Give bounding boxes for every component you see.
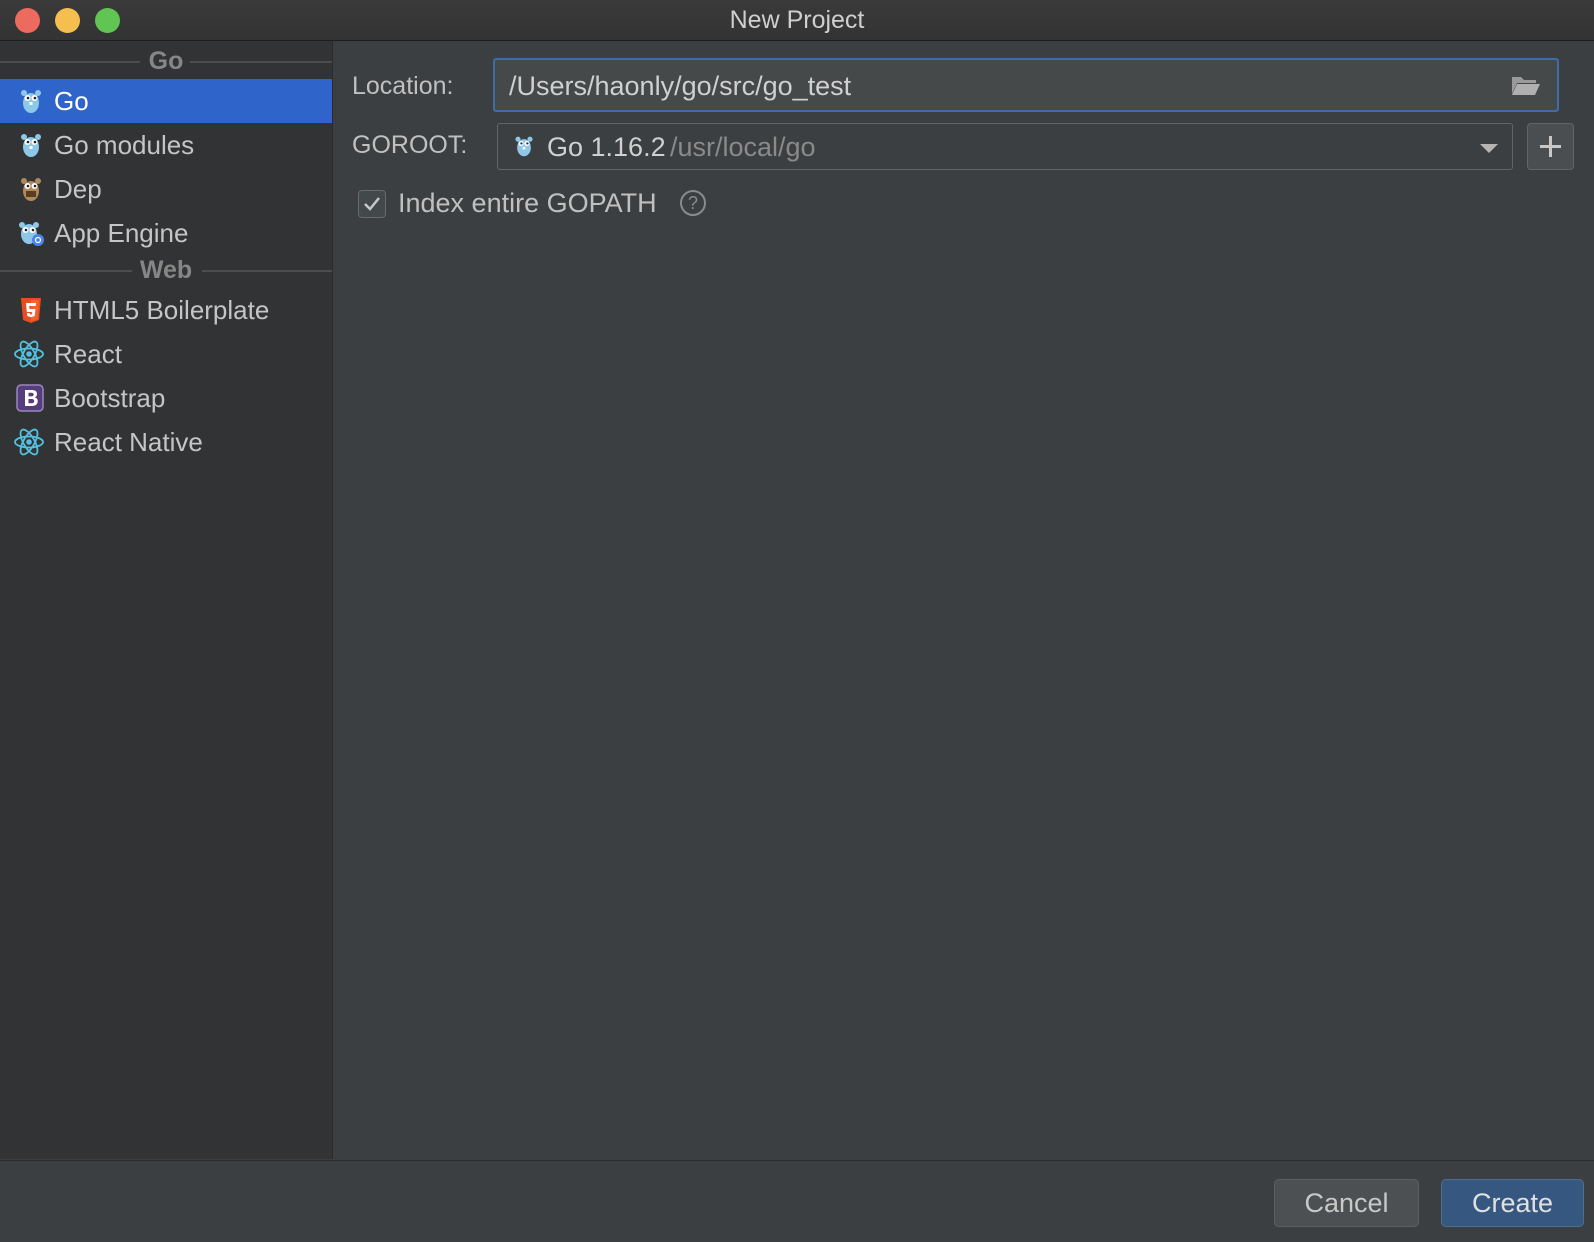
sidebar-item-react[interactable]: React	[0, 332, 332, 376]
sidebar-item-label: HTML5 Boilerplate	[54, 295, 270, 325]
project-type-sidebar: Go Go Go modules Dep App Engine Web HTML…	[0, 41, 333, 1159]
gopher-icon	[21, 90, 41, 113]
goroot-path: /usr/local/go	[670, 132, 816, 162]
sidebar-item-bootstrap[interactable]: Bootstrap	[0, 376, 332, 420]
location-value[interactable]: /Users/haonly/go/src/go_test	[509, 71, 851, 102]
title-bar: New Project	[0, 0, 1594, 41]
sidebar-item-label: React	[54, 339, 122, 369]
goroot-version: Go 1.16.2	[547, 132, 666, 162]
bootstrap-icon	[16, 384, 44, 412]
sidebar-item-label: App Engine	[54, 218, 189, 248]
sidebar-item-label: Dep	[54, 174, 102, 204]
create-button[interactable]: Create	[1441, 1179, 1584, 1227]
checkmark-icon	[364, 197, 380, 211]
index-gopath-checkbox[interactable]	[358, 190, 386, 218]
index-gopath-label[interactable]: Index entire GOPATH	[398, 188, 657, 219]
sidebar-item-label: Bootstrap	[54, 383, 166, 413]
sidebar-item-label: Go modules	[54, 130, 195, 160]
footer-divider	[0, 1160, 1594, 1161]
dep-icon	[21, 178, 41, 201]
folder-icon[interactable]	[1511, 74, 1541, 96]
window-title: New Project	[729, 6, 865, 34]
sidebar-item-label: React Native	[54, 427, 203, 457]
app-engine-icon	[19, 222, 44, 246]
add-sdk-button[interactable]	[1527, 123, 1574, 170]
plus-icon	[1540, 136, 1561, 157]
sidebar-item-html5-boilerplate[interactable]: HTML5 Boilerplate	[0, 288, 332, 332]
sidebar-item-go[interactable]: Go	[0, 79, 332, 123]
react-icon	[14, 340, 44, 368]
sidebar-item-label: Go	[54, 86, 89, 116]
sidebar-item-go-modules[interactable]: Go modules	[0, 123, 332, 167]
goroot-label: GOROOT:	[352, 131, 468, 159]
gopher-icon	[515, 136, 533, 157]
help-icon[interactable]: ?	[680, 190, 706, 216]
location-label: Location:	[352, 72, 454, 100]
group-header-go: Go	[0, 46, 332, 76]
gopher-icon	[21, 134, 41, 157]
react-icon	[14, 428, 44, 456]
sidebar-item-dep[interactable]: Dep	[0, 167, 332, 211]
html5-icon	[21, 298, 41, 323]
goroot-dropdown[interactable]: Go 1.16.2 /usr/local/go	[497, 123, 1513, 170]
cancel-button[interactable]: Cancel	[1274, 1179, 1419, 1227]
chevron-down-icon[interactable]	[1478, 142, 1500, 154]
location-field[interactable]: /Users/haonly/go/src/go_test	[493, 58, 1559, 112]
group-header-web: Web	[0, 255, 332, 285]
sidebar-item-app-engine[interactable]: App Engine	[0, 211, 332, 255]
sidebar-item-react-native[interactable]: React Native	[0, 420, 332, 464]
